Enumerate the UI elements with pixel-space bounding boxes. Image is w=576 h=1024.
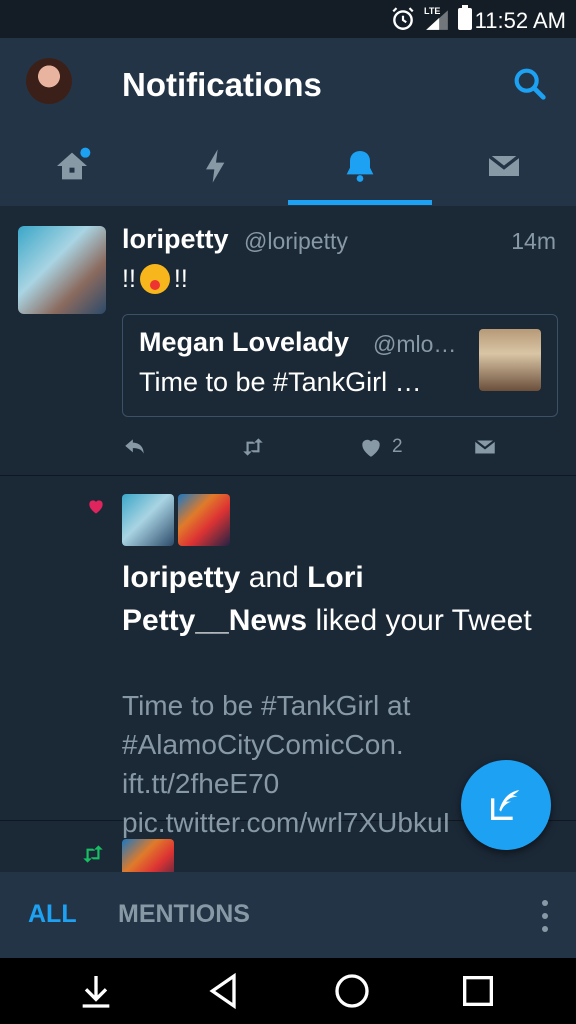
heart-icon (362, 439, 380, 457)
tweet-author-name[interactable]: loripetty (122, 224, 229, 255)
search-icon[interactable] (510, 64, 550, 104)
envelope-icon (487, 154, 521, 176)
reply-icon (125, 439, 144, 454)
retweet-button[interactable] (240, 432, 266, 462)
tweet[interactable]: loripetty @loripetty 14m !! !! Megan Lov… (0, 206, 576, 476)
app-header: Notifications (0, 38, 576, 206)
system-nav-bar (0, 958, 576, 1024)
retweet-icon (83, 845, 103, 863)
status-bar: LTE 11:52 AM (0, 0, 576, 38)
filter-mentions-tab[interactable]: MENTIONS (118, 900, 250, 929)
like-action-text: liked your Tweet (307, 604, 532, 637)
unread-dot (80, 147, 91, 158)
tweet-text-after: !! (173, 264, 188, 293)
quoted-tweet-text: Time to be #TankGirl … (139, 367, 422, 397)
page-title: Notifications (122, 66, 322, 103)
home-nav-icon[interactable] (332, 971, 372, 1011)
avatar[interactable] (26, 58, 72, 104)
tweet-author-handle: @loripetty (244, 228, 348, 254)
signal-icon (426, 10, 448, 30)
download-nav-icon[interactable] (76, 971, 116, 1011)
avatar[interactable] (18, 226, 106, 314)
active-tab-indicator (288, 200, 432, 205)
avatar[interactable] (178, 494, 230, 546)
tab-home[interactable] (0, 128, 144, 204)
alarm-icon (392, 7, 414, 30)
envelope-icon (474, 439, 496, 454)
quoted-author-handle: @mlo… (373, 331, 457, 357)
heart-icon (89, 500, 103, 514)
recents-nav-icon[interactable] (458, 971, 498, 1011)
like-notification-text: loripetty and Lori Petty__News liked you… (122, 556, 542, 642)
overflow-menu-icon[interactable] (540, 900, 550, 932)
avatar[interactable] (122, 494, 174, 546)
bell-icon (346, 151, 374, 182)
like-button[interactable]: 2 (358, 432, 403, 462)
quoted-tweet[interactable]: Megan Lovelady @mlo… Time to be #TankGir… (122, 314, 558, 417)
filter-bar: ALL MENTIONS (0, 872, 576, 958)
quoted-tweet-thumbnail[interactable] (479, 329, 541, 391)
reply-button[interactable] (122, 432, 148, 462)
tab-messages[interactable] (432, 128, 576, 204)
retweet-icon (243, 438, 263, 456)
compose-tweet-button[interactable] (461, 760, 551, 850)
quoted-author-name: Megan Lovelady (139, 327, 350, 357)
tab-moments[interactable] (144, 128, 288, 204)
liker-name-1[interactable]: loripetty (122, 561, 240, 594)
battery-icon (458, 5, 472, 30)
back-nav-icon[interactable] (204, 971, 244, 1011)
compose-quill-icon (491, 790, 520, 820)
tweet-text-before: !! (122, 264, 136, 293)
tab-notifications[interactable] (288, 128, 432, 204)
home-icon (57, 147, 91, 180)
winking-tongue-emoji-icon (139, 264, 170, 294)
tweet-timestamp: 14m (511, 228, 556, 254)
conjunction: and (240, 561, 308, 594)
filter-all-tab[interactable]: ALL (28, 900, 77, 929)
lightning-icon (206, 149, 225, 183)
like-count: 2 (392, 436, 403, 457)
tweet-actions: 2 (122, 432, 558, 462)
avatar[interactable] (122, 839, 174, 872)
status-time: 11:52 AM (474, 8, 566, 33)
tweet-text: !! !! (122, 264, 188, 294)
dm-button[interactable] (472, 432, 498, 462)
tab-bar (0, 128, 576, 204)
